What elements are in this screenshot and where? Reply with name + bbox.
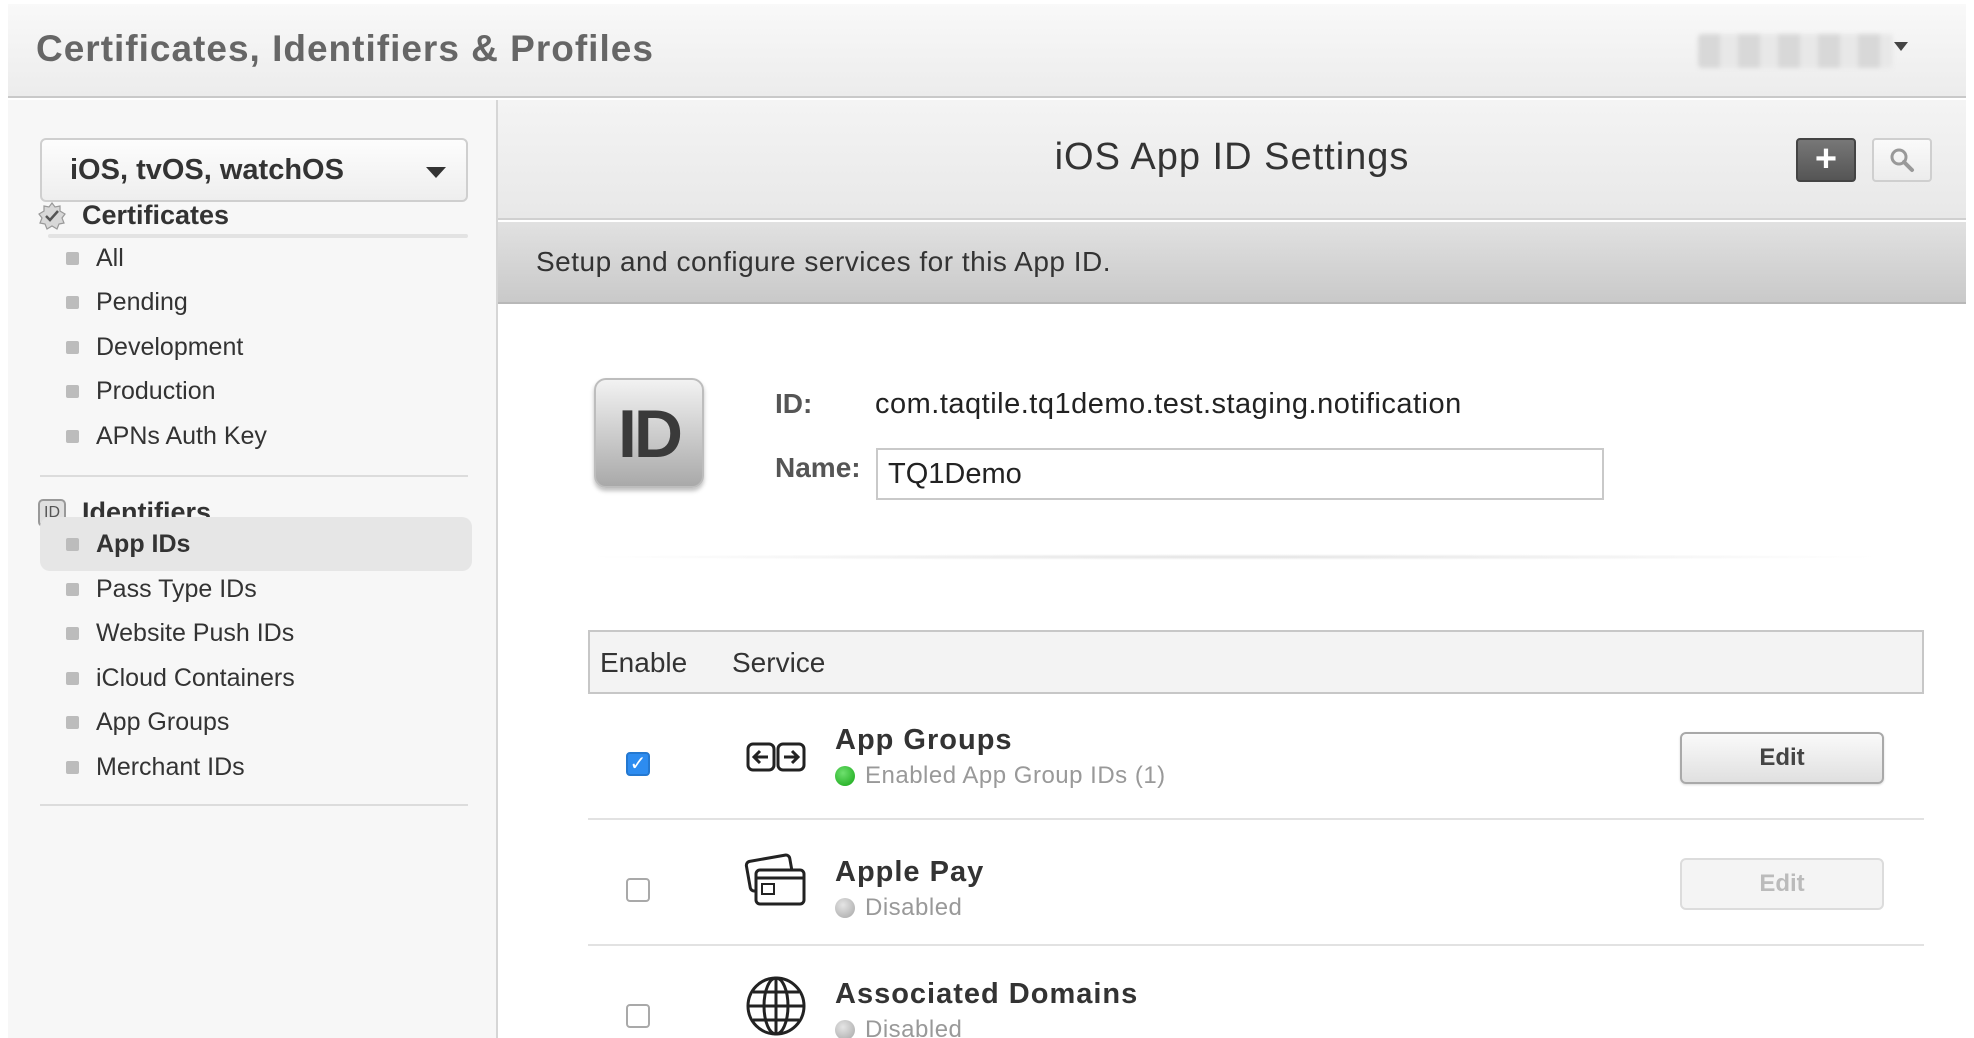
status-enabled-icon [835,766,855,786]
service-row-app-groups: ✓ App Groups Enabled App Group IDs (1) E… [588,694,1924,820]
bullet-icon [66,385,79,398]
sidebar-item-label: Pending [96,288,188,316]
name-field[interactable] [876,448,1604,500]
bullet-icon [66,252,79,265]
sidebar-item-label: App Groups [96,708,230,736]
edit-button[interactable]: Edit [1680,858,1884,910]
bullet-icon [66,538,79,551]
service-status-text: Disabled [865,894,963,921]
bullet-icon [66,761,79,774]
column-enable: Enable [600,647,688,678]
page-title: iOS App ID Settings [1054,136,1410,178]
sidebar-divider [40,475,468,477]
service-status-text: Enabled App Group IDs (1) [865,762,1166,789]
platform-select[interactable]: iOS, tvOS, watchOS [40,138,468,202]
account-menu[interactable] [1698,34,1893,68]
search-button[interactable] [1872,138,1932,182]
bullet-icon [66,716,79,729]
globe-icon [746,976,806,1036]
name-label: Name: [775,452,861,483]
sidebar-divider [40,804,468,806]
sidebar-item-label: Production [96,377,216,405]
id-value: com.taqtile.tq1demo.test.staging.notific… [875,388,1462,420]
status-disabled-icon [835,1020,855,1038]
app-groups-icon [746,742,806,772]
sidebar-item-label: App IDs [96,530,191,558]
top-header: Certificates, Identifiers & Profiles [8,4,1966,98]
sidebar-item-apns-auth-key[interactable]: APNs Auth Key [40,409,472,463]
section-certificates: Certificates [38,200,229,231]
enable-checkbox[interactable] [626,1004,650,1028]
certificate-seal-icon [38,201,66,230]
id-label: ID: [775,388,813,419]
apple-pay-icon [744,853,806,906]
add-button[interactable]: + [1796,138,1856,182]
section-certificates-label: Certificates [82,200,230,230]
service-status: Disabled [835,1016,962,1038]
sidebar: iOS, tvOS, watchOS Certificates All Pend… [8,100,498,1038]
service-name: Associated Domains [835,978,1139,1010]
app-title: Certificates, Identifiers & Profiles [36,28,654,69]
plus-icon: + [1814,138,1838,180]
bullet-icon [66,583,79,596]
sidebar-item-label: All [96,244,124,272]
service-status-text: Disabled [865,1016,963,1038]
account-caret-icon[interactable] [1894,42,1908,51]
sidebar-item-label: Website Push IDs [96,619,295,647]
bullet-icon [66,672,79,685]
service-status: Enabled App Group IDs (1) [835,762,1166,790]
sidebar-item-label: APNs Auth Key [96,422,267,450]
sidebar-item-label: iCloud Containers [96,664,295,692]
subheader: Setup and configure services for this Ap… [498,222,1966,304]
service-name: App Groups [835,724,1013,756]
service-row-apple-pay: Apple Pay Disabled Edit [588,820,1924,946]
sidebar-item-label: Development [96,333,244,361]
enable-checkbox[interactable]: ✓ [626,752,650,776]
column-service: Service [732,647,826,678]
enable-checkbox[interactable] [626,878,650,902]
section-divider [576,554,1892,560]
service-name: Apple Pay [835,856,985,888]
main-header: iOS App ID Settings + [498,100,1966,220]
bullet-icon [66,296,79,309]
edit-button[interactable]: Edit [1680,732,1884,784]
status-disabled-icon [835,898,855,918]
search-icon [1890,148,1914,172]
chevron-down-icon [426,167,446,178]
sidebar-item-merchant-ids[interactable]: Merchant IDs [40,740,472,794]
service-row-associated-domains: Associated Domains Disabled [588,946,1924,1038]
bullet-icon [66,430,79,443]
sidebar-item-label: Pass Type IDs [96,575,257,603]
bullet-icon [66,627,79,640]
subheader-text: Setup and configure services for this Ap… [536,246,1112,277]
sidebar-item-label: Merchant IDs [96,753,245,781]
platform-select-value: iOS, tvOS, watchOS [70,154,344,186]
bullet-icon [66,341,79,354]
service-status: Disabled [835,894,962,922]
app-id-icon: ID [594,378,704,488]
services-table-header: Enable Service [588,630,1924,694]
